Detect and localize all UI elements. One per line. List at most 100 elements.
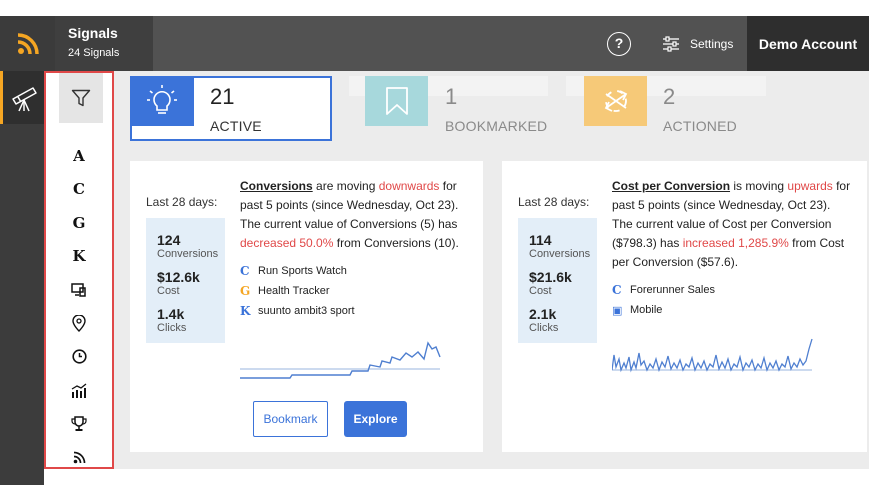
nav-item-telescope[interactable] <box>0 71 44 124</box>
stat-active-icon-box <box>130 76 194 126</box>
signal-count: 24 Signals <box>68 47 120 59</box>
signal-card-conversions: Last 28 days: 124 Conversions $12.6k Cos… <box>130 161 483 452</box>
stat-active-value: 21 <box>210 84 235 109</box>
dimension-item[interactable]: G Health Tracker <box>240 281 470 301</box>
filter-trend[interactable] <box>46 374 112 408</box>
channel-c-icon: C <box>240 264 250 278</box>
filter-g[interactable]: G <box>46 206 112 240</box>
signals-app: Signals 24 Signals ? Settings Demo Accou… <box>0 0 869 485</box>
signal-card-cost-per-conversion: Last 28 days: 114 Conversions $21.6k Cos… <box>502 161 867 452</box>
desc-text-3: from Conversions (10). <box>333 236 459 250</box>
telescope-icon <box>11 86 37 111</box>
dimension-item[interactable]: Ksuunto ambit3 sport <box>240 301 470 321</box>
change-text: decreased 50.0% <box>240 236 334 250</box>
stat-active[interactable]: 21 ACTIVE <box>130 76 332 141</box>
stat-actioned-icon-box <box>584 76 647 126</box>
filter-feed[interactable] <box>46 441 112 475</box>
channel-g-icon: G <box>240 284 251 298</box>
kpi-summary: 114 Conversions $21.6k Cost 2.1k Clicks <box>518 218 597 343</box>
device-icon <box>71 283 86 297</box>
filter-device[interactable] <box>46 273 112 307</box>
stat-actioned-value: 2 <box>663 84 676 109</box>
kpi-clicks-value: 1.4k <box>157 306 185 322</box>
settings-button[interactable]: Settings <box>662 32 733 56</box>
dimension-item[interactable]: C Forerunner Sales <box>612 280 842 300</box>
crossed-arrows-icon <box>604 90 627 112</box>
main-nav-rail <box>0 71 44 485</box>
change-text: increased 1,285.9% <box>682 236 789 250</box>
metric-link[interactable]: Conversions <box>240 179 313 193</box>
signal-description: Cost per Conversion is moving upwards fo… <box>612 177 852 272</box>
top-bar: Signals 24 Signals ? Settings Demo Accou… <box>0 16 869 71</box>
dimension-label: suunto ambit3 sport <box>258 305 355 317</box>
signal-description: Conversions are moving downwards for pas… <box>240 177 468 253</box>
bar-trend-icon <box>71 383 87 398</box>
kpi-conversions-label: Conversions <box>157 248 219 260</box>
dimension-item[interactable]: C Run Sports Watch <box>240 261 470 281</box>
filter-time[interactable] <box>46 340 112 374</box>
filter-a[interactable]: A <box>46 139 112 173</box>
kpi-conversions-value: 124 <box>157 232 181 248</box>
filter-list: A C G K <box>46 139 112 474</box>
filter-sidebar: A C G K <box>44 71 114 469</box>
device-small-icon: ▣ <box>612 303 623 317</box>
kpi-cost-value: $12.6k <box>157 269 200 285</box>
stat-bookmarked[interactable]: 1 BOOKMARKED <box>349 76 548 134</box>
filter-icon <box>71 89 91 107</box>
kpi-conversions-value: 114 <box>529 232 552 248</box>
sparkline-chart <box>612 338 813 373</box>
logo[interactable] <box>0 16 55 71</box>
sparkline-path <box>240 341 441 379</box>
page-title: Signals <box>68 25 118 41</box>
channel-c-icon: C <box>612 283 622 297</box>
filter-c[interactable]: C <box>46 173 112 207</box>
filter-location[interactable] <box>46 307 112 341</box>
stat-actioned-label: ACTIONED <box>663 118 737 134</box>
desc-text-1: is moving <box>730 179 788 193</box>
desc-text-1: are moving <box>312 179 379 193</box>
stat-bookmarked-value: 1 <box>445 84 458 109</box>
settings-label: Settings <box>690 37 734 51</box>
account-menu[interactable]: Demo Account <box>747 16 869 71</box>
filter-trophy[interactable] <box>46 407 112 441</box>
kpi-clicks-value: 2.1k <box>529 306 557 322</box>
kpi-conversions-label: Conversions <box>529 248 591 260</box>
stat-bookmarked-icon-box <box>365 76 428 126</box>
clock-icon <box>71 349 87 364</box>
bookmark-button[interactable]: Bookmark <box>253 401 328 437</box>
period-label: Last 28 days: <box>518 195 590 209</box>
dimension-list: C Forerunner Sales ▣ Mobile <box>612 280 842 320</box>
trophy-icon <box>71 416 87 431</box>
bookmark-icon <box>385 87 408 115</box>
filter-k[interactable]: K <box>46 240 112 274</box>
kpi-cost-value: $21.6k <box>529 269 572 285</box>
help-button[interactable]: ? <box>607 32 631 56</box>
period-label: Last 28 days: <box>146 195 218 209</box>
dimension-item[interactable]: ▣ Mobile <box>612 300 842 320</box>
dimension-label: Health Tracker <box>258 285 330 297</box>
stat-actioned[interactable]: 2 ACTIONED <box>566 76 766 134</box>
explore-button[interactable]: Explore <box>344 401 407 437</box>
metric-link[interactable]: Cost per Conversion <box>612 179 730 193</box>
rss-small-icon <box>73 451 85 464</box>
kpi-cost-label: Cost <box>529 285 552 297</box>
dimension-label: Forerunner Sales <box>630 284 715 296</box>
rss-icon <box>17 32 39 54</box>
sparkline-path <box>612 338 813 373</box>
kpi-cost-label: Cost <box>157 285 180 297</box>
kpi-summary: 124 Conversions $12.6k Cost 1.4k Clicks <box>146 218 225 343</box>
main-content: 21 ACTIVE 1 BOOKMARKED 2 ACTIONED Last 2… <box>114 71 869 469</box>
kpi-clicks-label: Clicks <box>157 322 187 334</box>
direction-text: downwards <box>378 179 440 193</box>
direction-text: upwards <box>787 179 833 193</box>
filter-button[interactable] <box>59 73 103 123</box>
sliders-icon <box>663 36 679 52</box>
lightbulb-icon <box>147 85 177 114</box>
dimension-label: Run Sports Watch <box>258 265 347 277</box>
dimension-label: Mobile <box>630 304 663 316</box>
stat-bookmarked-label: BOOKMARKED <box>445 118 548 134</box>
dimension-list: C Run Sports Watch G Health Tracker Ksuunt… <box>240 261 470 321</box>
channel-k-icon: K <box>240 304 251 318</box>
stat-active-label: ACTIVE <box>210 118 262 134</box>
page-title-box: Signals 24 Signals <box>55 16 153 71</box>
